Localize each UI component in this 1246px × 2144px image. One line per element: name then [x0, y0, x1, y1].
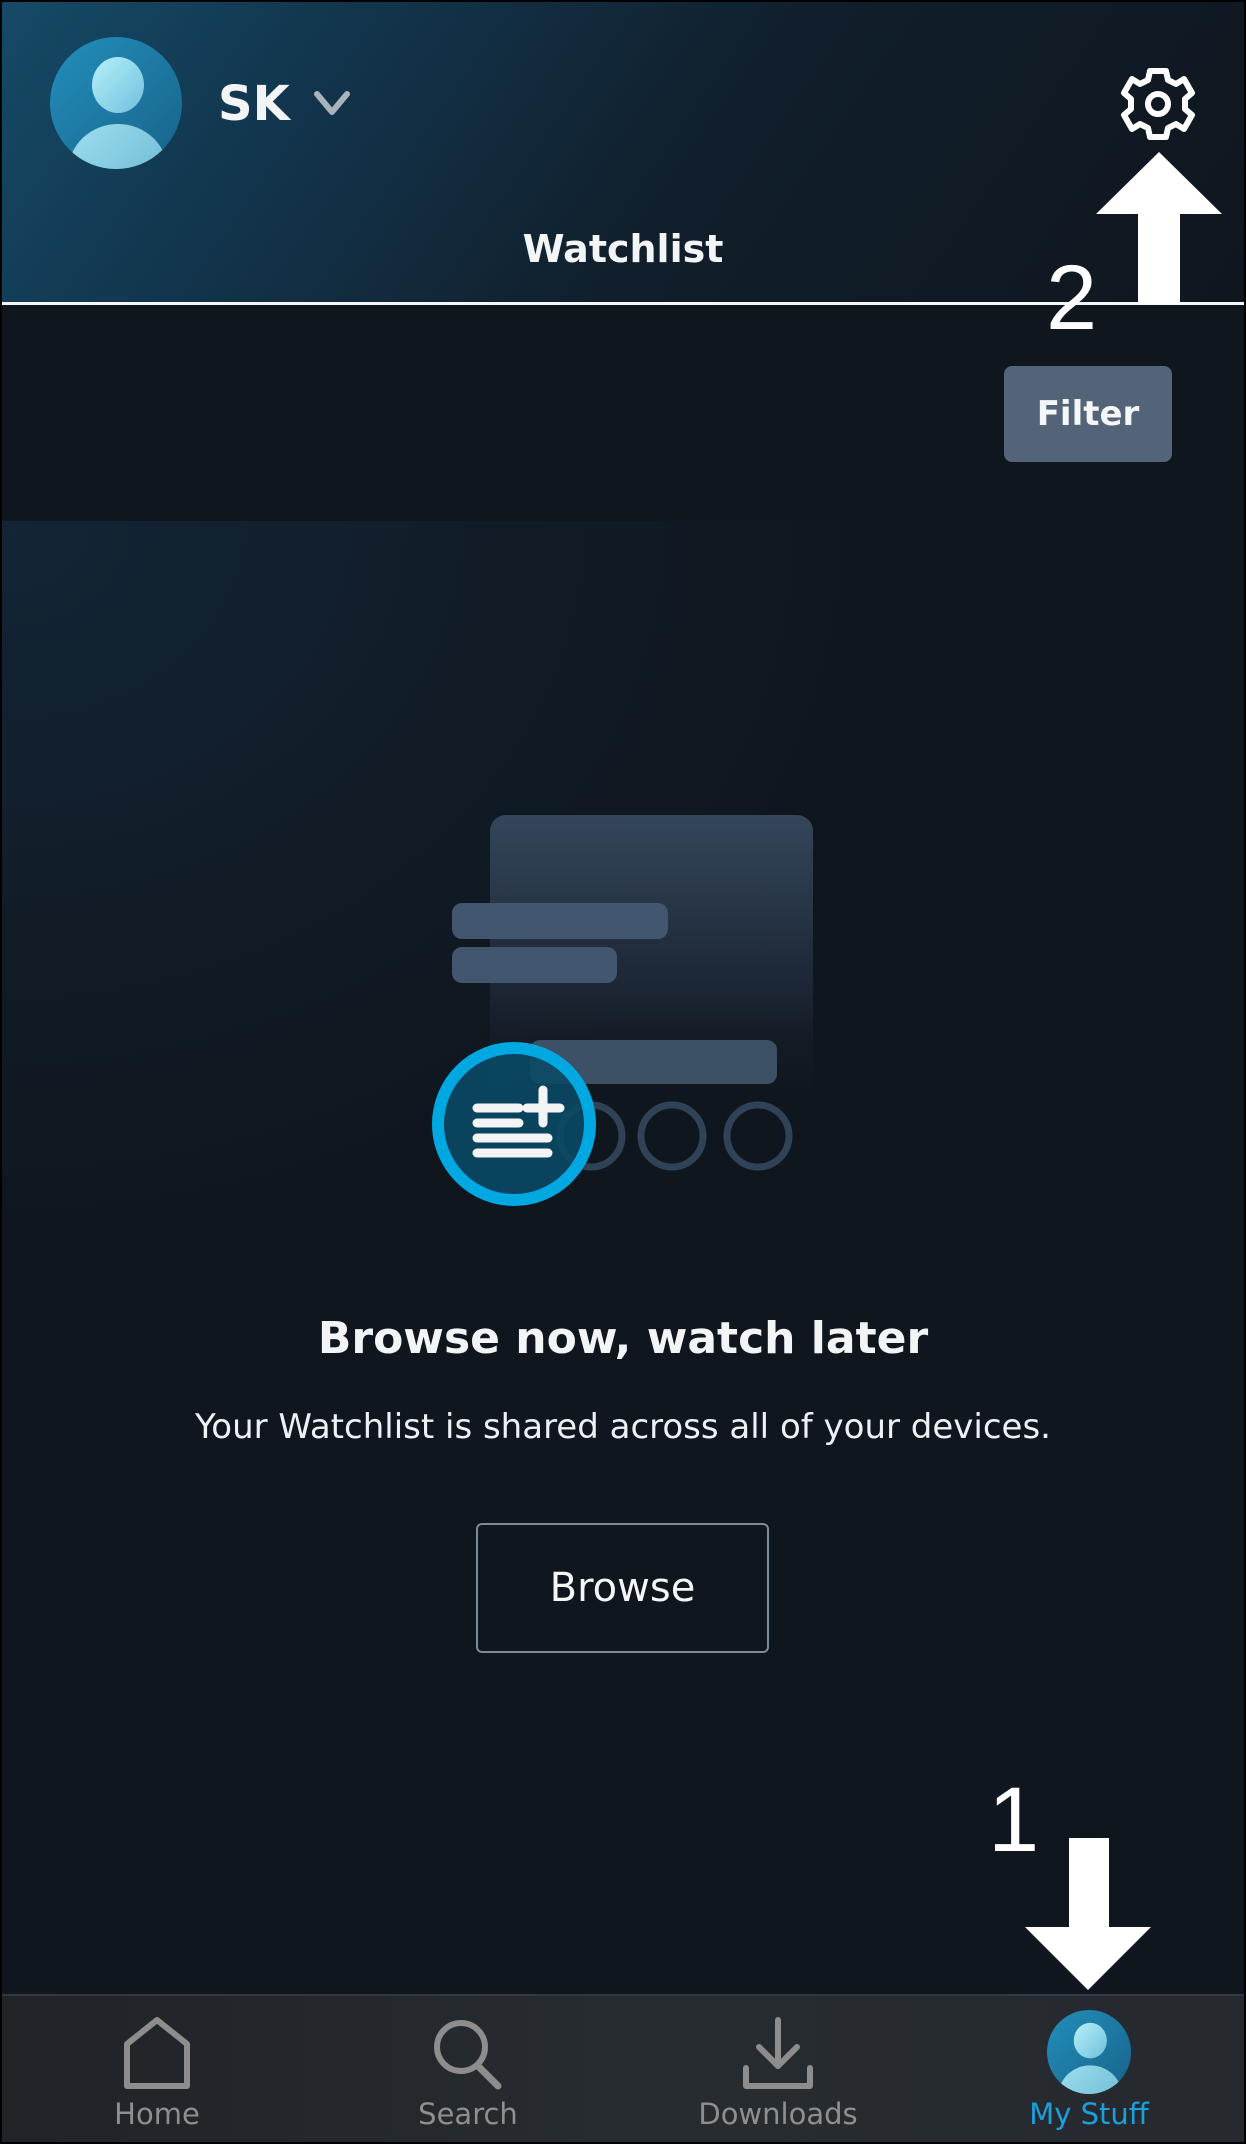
- empty-state-title: Browse now, watch later: [317, 1313, 929, 1364]
- nav-label-my-stuff: My Stuff: [1029, 2097, 1149, 2131]
- nav-item-home[interactable]: Home: [57, 1996, 257, 2142]
- nav-label-downloads: Downloads: [698, 2097, 858, 2131]
- home-icon: [124, 2017, 190, 2089]
- filter-button[interactable]: Filter: [1004, 366, 1172, 462]
- empty-state: Browse now, watch later Your Watchlist i…: [2, 521, 1244, 1994]
- line-bar-2: [452, 947, 617, 983]
- nav-label-search: Search: [418, 2097, 518, 2131]
- chevron-down-icon[interactable]: [312, 88, 352, 118]
- profile-avatar-icon: [1047, 2010, 1131, 2094]
- arrow-down-icon: [1025, 1838, 1151, 1990]
- arrow-up-icon: [1096, 152, 1222, 304]
- app-screen: SK Watchlist Filter Browse now, watch la…: [2, 2, 1244, 2142]
- watchlist-add-icon: [432, 815, 813, 1206]
- profile-name[interactable]: SK: [218, 74, 290, 134]
- annotation-number-2: 2: [1046, 247, 1098, 349]
- profile-avatar-icon[interactable]: [50, 37, 182, 169]
- dot-3: [723, 1101, 793, 1171]
- download-icon: [743, 2017, 813, 2089]
- line-bar-1: [452, 903, 668, 939]
- empty-state-description: Your Watchlist is shared across all of y…: [195, 1407, 1051, 1447]
- nav-item-downloads[interactable]: Downloads: [678, 1996, 878, 2142]
- browse-button[interactable]: Browse: [476, 1523, 769, 1653]
- dot-2: [637, 1101, 707, 1171]
- bottom-nav: Home Search Downloads My Stuff: [2, 1994, 1244, 2142]
- nav-item-search[interactable]: Search: [368, 1996, 568, 2142]
- nav-label-home: Home: [114, 2097, 200, 2131]
- gear-icon[interactable]: [1114, 60, 1202, 148]
- search-icon: [434, 2020, 502, 2090]
- nav-item-my-stuff[interactable]: My Stuff: [989, 1996, 1189, 2142]
